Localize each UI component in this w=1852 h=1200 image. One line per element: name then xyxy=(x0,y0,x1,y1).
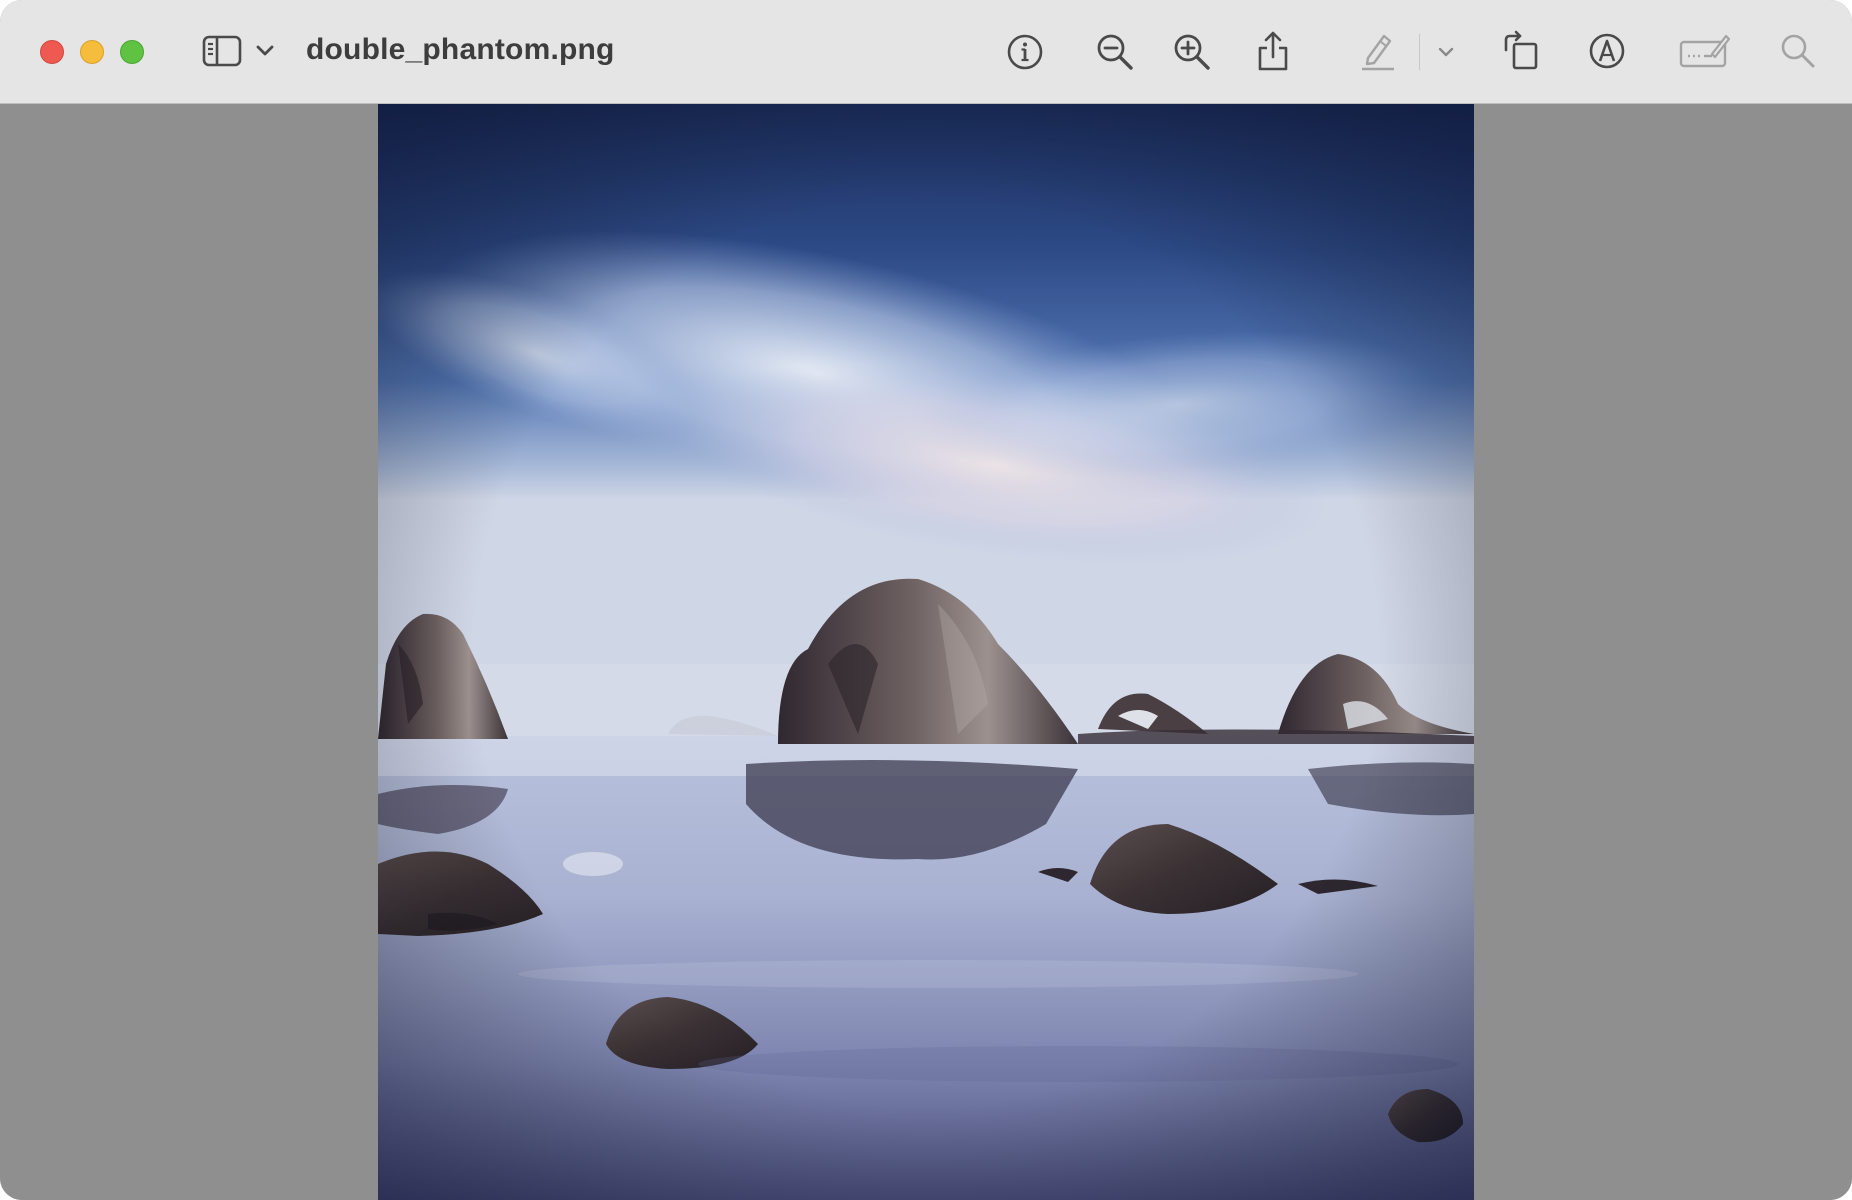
image-viewport[interactable] xyxy=(0,104,1852,1200)
title-bar: double_phantom.png xyxy=(0,0,1852,104)
close-window-button[interactable] xyxy=(40,40,64,64)
highlight-pen-icon[interactable] xyxy=(1358,30,1398,72)
chevron-down-icon[interactable] xyxy=(256,44,274,58)
toolbar-divider xyxy=(1419,34,1420,70)
markup-icon[interactable] xyxy=(1588,32,1626,70)
chevron-down-icon[interactable] xyxy=(1438,46,1454,58)
zoom-window-button[interactable] xyxy=(120,40,144,64)
seascape-image xyxy=(378,104,1474,1200)
info-icon[interactable] xyxy=(1006,33,1044,71)
zoom-in-icon[interactable] xyxy=(1172,32,1212,72)
sidebar-toggle-icon[interactable] xyxy=(202,34,242,68)
rotate-icon[interactable] xyxy=(1500,30,1540,72)
preview-window: double_phantom.png xyxy=(0,0,1852,1200)
window-title: double_phantom.png xyxy=(306,33,615,66)
search-icon[interactable] xyxy=(1780,33,1816,69)
share-icon[interactable] xyxy=(1256,30,1290,72)
minimize-window-button[interactable] xyxy=(80,40,104,64)
signature-icon[interactable] xyxy=(1678,30,1730,72)
zoom-out-icon[interactable] xyxy=(1095,32,1135,72)
